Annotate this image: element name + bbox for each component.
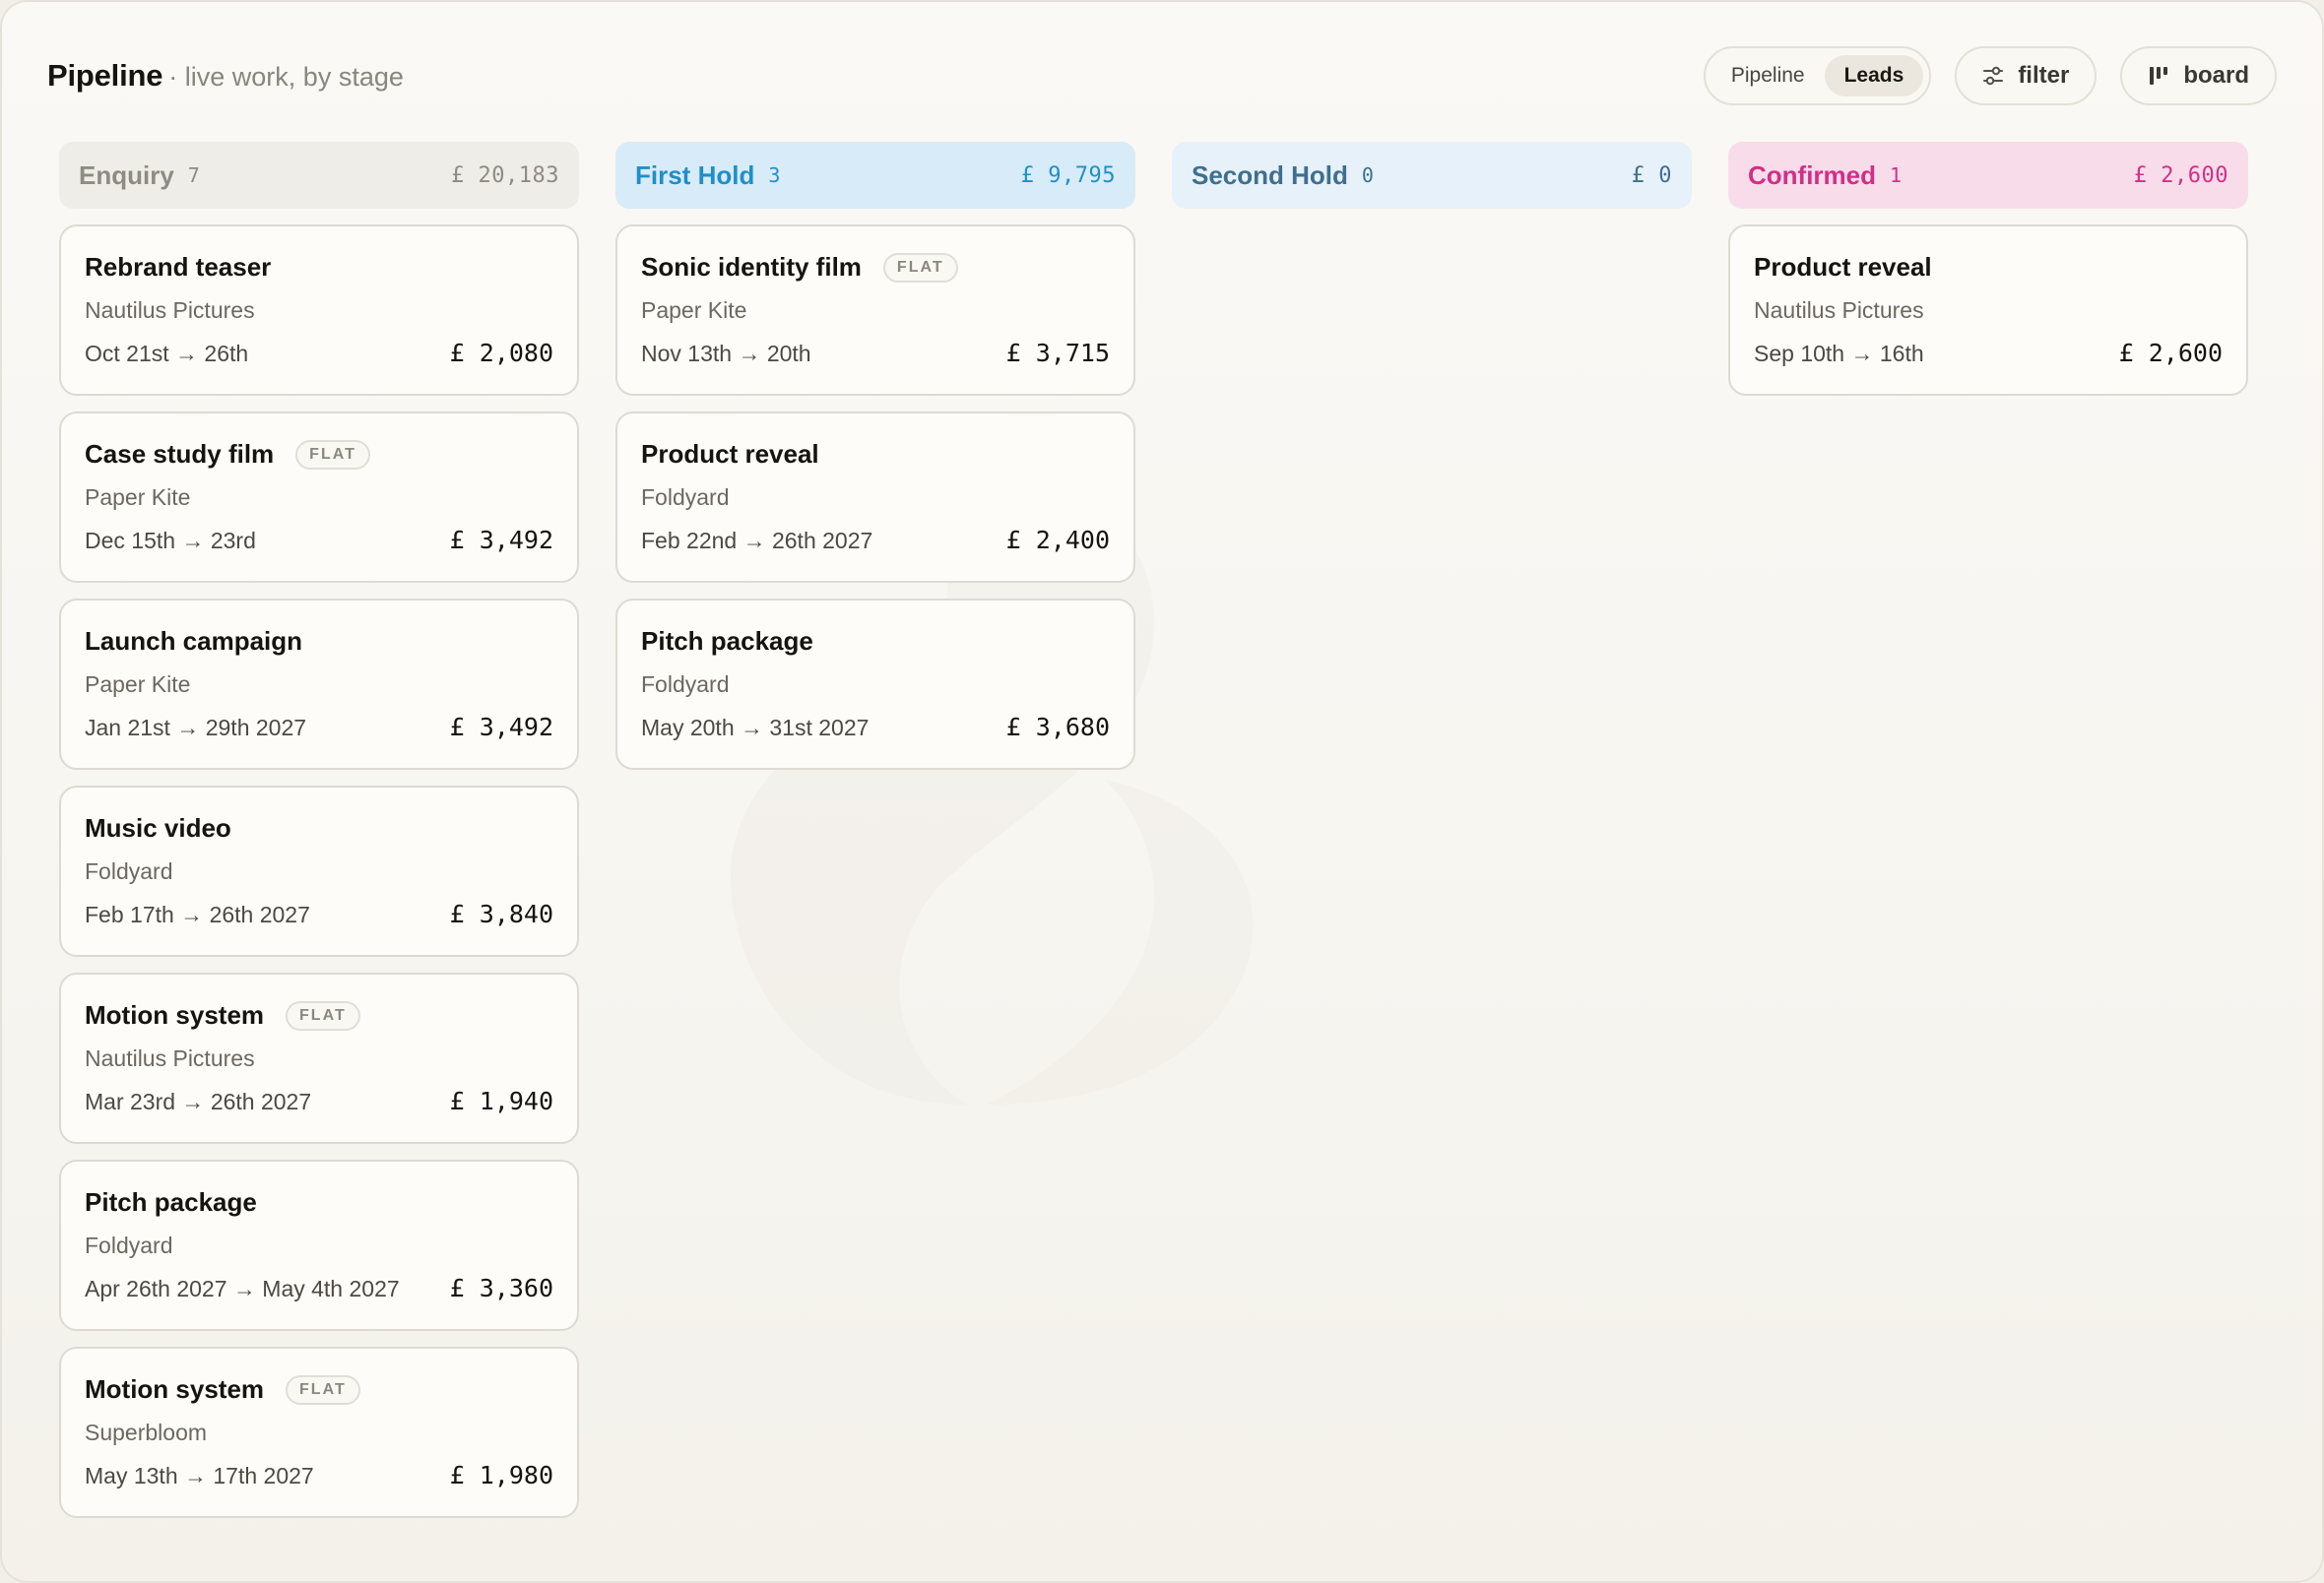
card-amount: £ 3,715 <box>1005 339 1110 367</box>
filter-label: filter <box>2018 62 2070 89</box>
card-amount: £ 2,400 <box>1005 526 1110 554</box>
deal-card[interactable]: Rebrand teaser Nautilus Pictures Oct 21s… <box>59 224 579 396</box>
card-client: Nautilus Pictures <box>1754 297 1924 323</box>
card-title: Motion system <box>85 1374 265 1404</box>
column-count: 3 <box>768 163 781 187</box>
card-client: Paper Kite <box>85 671 191 697</box>
deal-card[interactable]: Sonic identity film FLAT Paper Kite Nov … <box>615 224 1135 396</box>
card-dates: Jan 21st → 29th 2027 <box>85 715 307 740</box>
deal-card[interactable]: Launch campaign Paper Kite Jan 21st → 29… <box>59 599 579 770</box>
deal-card[interactable]: Case study film FLAT Paper Kite Dec 15th… <box>59 412 579 583</box>
filter-button[interactable]: filter <box>1955 46 2098 105</box>
column-name: First Hold <box>635 159 755 190</box>
page-title: Pipeline <box>47 58 163 93</box>
card-title: Sonic identity film <box>641 252 862 282</box>
card-amount: £ 3,680 <box>1005 713 1110 741</box>
card-amount: £ 3,492 <box>449 713 553 741</box>
card-dates: May 20th → 31st 2027 <box>641 715 870 740</box>
card-dates: Oct 21st → 26th <box>85 341 249 366</box>
view-toggle: Pipeline Leads <box>1703 46 1932 105</box>
column-enquiry: Enquiry 7 £ 20,183 Rebrand teaser Nautil… <box>59 142 579 1518</box>
title-group: Pipeline · live work, by stage <box>47 58 404 94</box>
card-dates: May 13th → 17th 2027 <box>85 1463 314 1488</box>
flat-badge: FLAT <box>286 1000 360 1031</box>
card-dates: Mar 23rd → 26th 2027 <box>85 1089 312 1114</box>
deal-card[interactable]: Pitch package Foldyard Apr 26th 2027 → M… <box>59 1160 579 1331</box>
card-title: Rebrand teaser <box>85 252 272 282</box>
card-client: Superbloom <box>85 1420 208 1445</box>
column-total: £ 2,600 <box>2133 162 2228 188</box>
card-client: Foldyard <box>641 671 730 697</box>
card-title: Pitch package <box>641 626 813 656</box>
card-client: Foldyard <box>85 858 173 884</box>
card-dates: Feb 22nd → 26th 2027 <box>641 528 873 553</box>
card-client: Foldyard <box>641 484 730 510</box>
board-button[interactable]: board <box>2120 46 2277 105</box>
deal-card[interactable]: Product reveal Nautilus Pictures Sep 10t… <box>1728 224 2248 396</box>
column-count: 0 <box>1361 163 1374 187</box>
card-title: Case study film <box>85 439 275 469</box>
card-amount: £ 3,840 <box>449 900 553 928</box>
sliders-icon <box>1983 66 2004 86</box>
card-client: Nautilus Pictures <box>85 1045 255 1071</box>
card-client: Paper Kite <box>85 484 191 510</box>
board-label: board <box>2183 62 2249 89</box>
app-window: Pipeline · live work, by stage Pipeline … <box>0 0 2324 1583</box>
column-header-enquiry[interactable]: Enquiry 7 £ 20,183 <box>59 142 579 209</box>
card-dates: Nov 13th → 20th <box>641 341 811 366</box>
card-title: Music video <box>85 813 231 843</box>
card-client: Paper Kite <box>641 297 747 323</box>
deal-card[interactable]: Motion system FLAT Superbloom May 13th →… <box>59 1347 579 1518</box>
deal-card[interactable]: Pitch package Foldyard May 20th → 31st 2… <box>615 599 1135 770</box>
column-second-hold: Second Hold 0 £ 0 <box>1172 142 1692 209</box>
card-dates: Apr 26th 2027 → May 4th 2027 <box>85 1276 400 1301</box>
column-first-hold: First Hold 3 £ 9,795 Sonic identity film… <box>615 142 1135 770</box>
column-name: Second Hold <box>1192 159 1348 190</box>
column-name: Confirmed <box>1748 159 1876 190</box>
header-controls: Pipeline Leads filter board <box>1703 46 2277 105</box>
card-amount: £ 1,980 <box>449 1461 553 1489</box>
column-total: £ 9,795 <box>1020 162 1116 188</box>
card-client: Nautilus Pictures <box>85 297 255 323</box>
card-title: Launch campaign <box>85 626 303 656</box>
column-confirmed: Confirmed 1 £ 2,600 Product reveal Nauti… <box>1728 142 2248 396</box>
deal-card[interactable]: Product reveal Foldyard Feb 22nd → 26th … <box>615 412 1135 583</box>
card-title: Product reveal <box>1754 252 1932 282</box>
card-title: Pitch package <box>85 1187 257 1217</box>
toggle-leads[interactable]: Leads <box>1824 55 1924 96</box>
card-dates: Feb 17th → 26th 2027 <box>85 902 310 927</box>
column-count: 7 <box>187 163 200 187</box>
card-title: Product reveal <box>641 439 819 469</box>
column-name: Enquiry <box>79 159 174 190</box>
column-total: £ 0 <box>1631 162 1672 188</box>
page-subtitle: · live work, by stage <box>168 62 404 92</box>
toggle-pipeline[interactable]: Pipeline <box>1711 55 1825 96</box>
page-header: Pipeline · live work, by stage Pipeline … <box>47 45 2277 106</box>
card-amount: £ 2,080 <box>449 339 553 367</box>
column-count: 1 <box>1890 163 1903 187</box>
column-header-first-hold[interactable]: First Hold 3 £ 9,795 <box>615 142 1135 209</box>
flat-badge: FLAT <box>295 439 370 470</box>
flat-badge: FLAT <box>882 252 958 283</box>
column-total: £ 20,183 <box>451 162 559 188</box>
column-header-confirmed[interactable]: Confirmed 1 £ 2,600 <box>1728 142 2248 209</box>
card-amount: £ 1,940 <box>449 1087 553 1115</box>
card-client: Foldyard <box>85 1233 173 1258</box>
column-header-second-hold[interactable]: Second Hold 0 £ 0 <box>1172 142 1692 209</box>
card-amount: £ 2,600 <box>2118 339 2223 367</box>
board-icon <box>2150 67 2168 85</box>
card-dates: Sep 10th → 16th <box>1754 341 1924 366</box>
card-title: Motion system <box>85 1000 265 1030</box>
deal-card[interactable]: Motion system FLAT Nautilus Pictures Mar… <box>59 973 579 1144</box>
flat-badge: FLAT <box>286 1374 360 1405</box>
card-dates: Dec 15th → 23rd <box>85 528 256 553</box>
deal-card[interactable]: Music video Foldyard Feb 17th → 26th 202… <box>59 786 579 957</box>
card-amount: £ 3,360 <box>449 1274 553 1302</box>
card-amount: £ 3,492 <box>449 526 553 554</box>
